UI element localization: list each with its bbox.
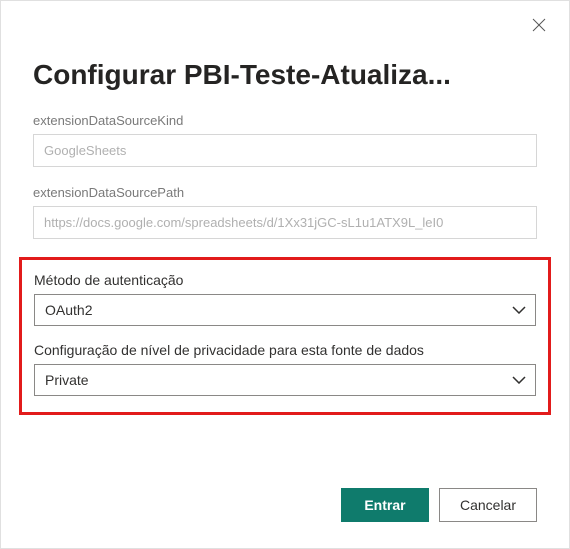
field-label-path: extensionDataSourcePath — [33, 185, 537, 200]
field-label-kind: extensionDataSourceKind — [33, 113, 537, 128]
auth-method-label: Método de autenticação — [34, 272, 536, 288]
close-icon — [532, 18, 546, 37]
field-datasource-kind: extensionDataSourceKind — [33, 113, 537, 167]
input-datasource-kind — [33, 134, 537, 167]
input-datasource-path — [33, 206, 537, 239]
close-button[interactable] — [531, 19, 547, 35]
auth-method-value: OAuth2 — [34, 294, 536, 326]
auth-method-dropdown[interactable]: OAuth2 — [34, 294, 536, 326]
signin-button[interactable]: Entrar — [341, 488, 429, 522]
dialog-actions: Entrar Cancelar — [341, 488, 537, 522]
privacy-level-value: Private — [34, 364, 536, 396]
auth-section-highlight: Método de autenticação OAuth2 Configuraç… — [19, 257, 551, 415]
configure-datasource-dialog: Configurar PBI-Teste-Atualiza... extensi… — [1, 1, 569, 548]
dialog-title: Configurar PBI-Teste-Atualiza... — [33, 59, 537, 91]
field-datasource-path: extensionDataSourcePath — [33, 185, 537, 239]
privacy-level-label: Configuração de nível de privacidade par… — [34, 342, 536, 358]
cancel-button[interactable]: Cancelar — [439, 488, 537, 522]
privacy-level-dropdown[interactable]: Private — [34, 364, 536, 396]
